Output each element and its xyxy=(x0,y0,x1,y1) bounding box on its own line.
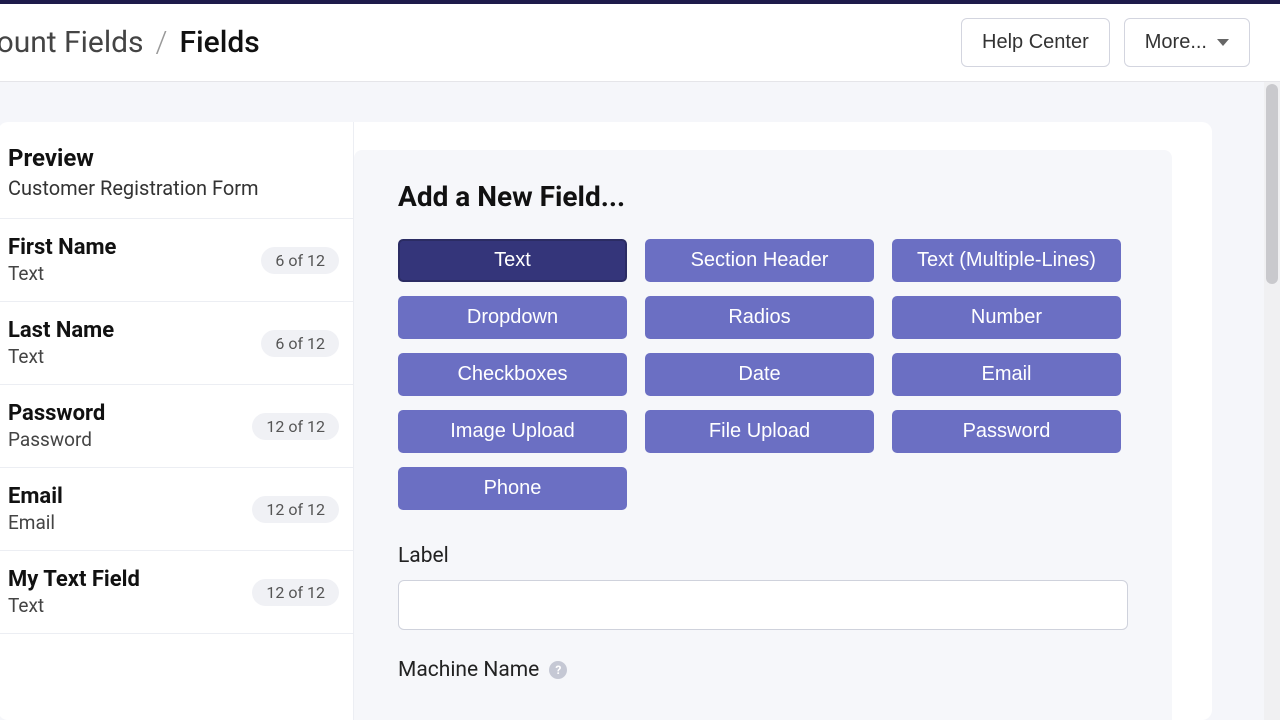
more-label: More... xyxy=(1145,31,1207,54)
label-input[interactable] xyxy=(398,580,1128,630)
field-type: Password xyxy=(8,428,105,451)
field-count-badge: 12 of 12 xyxy=(252,579,339,606)
breadcrumb-current: Fields xyxy=(179,25,259,60)
machine-name-label: Machine Name ? xyxy=(398,658,1128,682)
field-type-dropdown[interactable]: Dropdown xyxy=(398,296,627,339)
sidebar-field-item[interactable]: Email Email 12 of 12 xyxy=(0,468,353,551)
field-count-badge: 6 of 12 xyxy=(261,247,339,274)
content-card: Preview Customer Registration Form First… xyxy=(0,122,1212,720)
field-name: Email xyxy=(8,484,63,509)
field-count-badge: 6 of 12 xyxy=(261,330,339,357)
field-type-image-upload[interactable]: Image Upload xyxy=(398,410,627,453)
field-type-number[interactable]: Number xyxy=(892,296,1121,339)
field-type-file-upload[interactable]: File Upload xyxy=(645,410,874,453)
field-name: Last Name xyxy=(8,318,114,343)
field-type-date[interactable]: Date xyxy=(645,353,874,396)
field-type-text[interactable]: Text xyxy=(398,239,627,282)
field-type: Text xyxy=(8,262,116,285)
field-type-phone[interactable]: Phone xyxy=(398,467,627,510)
field-count-badge: 12 of 12 xyxy=(252,413,339,440)
sidebar-field-item[interactable]: Last Name Text 6 of 12 xyxy=(0,302,353,385)
fields-sidebar: Preview Customer Registration Form First… xyxy=(0,122,354,720)
add-field-panel: Add a New Field... Text Section Header T… xyxy=(354,150,1172,720)
field-type-password[interactable]: Password xyxy=(892,410,1121,453)
breadcrumb-separator: / xyxy=(156,25,168,60)
field-type-section-header[interactable]: Section Header xyxy=(645,239,874,282)
help-center-button[interactable]: Help Center xyxy=(961,18,1110,67)
machine-name-text: Machine Name xyxy=(398,658,539,682)
field-name: My Text Field xyxy=(8,567,140,592)
breadcrumb-parent[interactable]: r Account Fields xyxy=(0,25,144,60)
add-field-heading: Add a New Field... xyxy=(398,180,1128,213)
sidebar-field-item[interactable]: My Text Field Text 12 of 12 xyxy=(0,551,353,634)
field-type: Email xyxy=(8,511,63,534)
field-name: Password xyxy=(8,401,105,426)
field-type: Text xyxy=(8,594,140,617)
field-type-checkboxes[interactable]: Checkboxes xyxy=(398,353,627,396)
sidebar-field-item[interactable]: First Name Text 6 of 12 xyxy=(0,219,353,302)
field-type-radios[interactable]: Radios xyxy=(645,296,874,339)
more-dropdown-button[interactable]: More... xyxy=(1124,18,1250,67)
page-header: r Account Fields / Fields Help Center Mo… xyxy=(0,4,1280,82)
sidebar-preview-header[interactable]: Preview Customer Registration Form xyxy=(0,122,353,219)
field-name: First Name xyxy=(8,235,116,260)
field-type-email[interactable]: Email xyxy=(892,353,1121,396)
field-type-grid: Text Section Header Text (Multiple-Lines… xyxy=(398,239,1128,510)
page-body: Preview Customer Registration Form First… xyxy=(0,82,1280,720)
help-center-label: Help Center xyxy=(982,31,1089,54)
preview-subtitle: Customer Registration Form xyxy=(8,176,343,200)
breadcrumb: r Account Fields / Fields xyxy=(0,25,260,60)
scrollbar[interactable] xyxy=(1264,82,1280,720)
preview-title: Preview xyxy=(8,144,343,172)
sidebar-field-item[interactable]: Password Password 12 of 12 xyxy=(0,385,353,468)
header-actions: Help Center More... xyxy=(961,18,1250,67)
scrollbar-thumb[interactable] xyxy=(1266,84,1278,284)
chevron-down-icon xyxy=(1217,39,1229,46)
label-field-label: Label xyxy=(398,544,1128,568)
label-text: Label xyxy=(398,544,449,568)
help-icon[interactable]: ? xyxy=(549,661,567,679)
field-type-text-multiline[interactable]: Text (Multiple-Lines) xyxy=(892,239,1121,282)
field-count-badge: 12 of 12 xyxy=(252,496,339,523)
field-type: Text xyxy=(8,345,114,368)
